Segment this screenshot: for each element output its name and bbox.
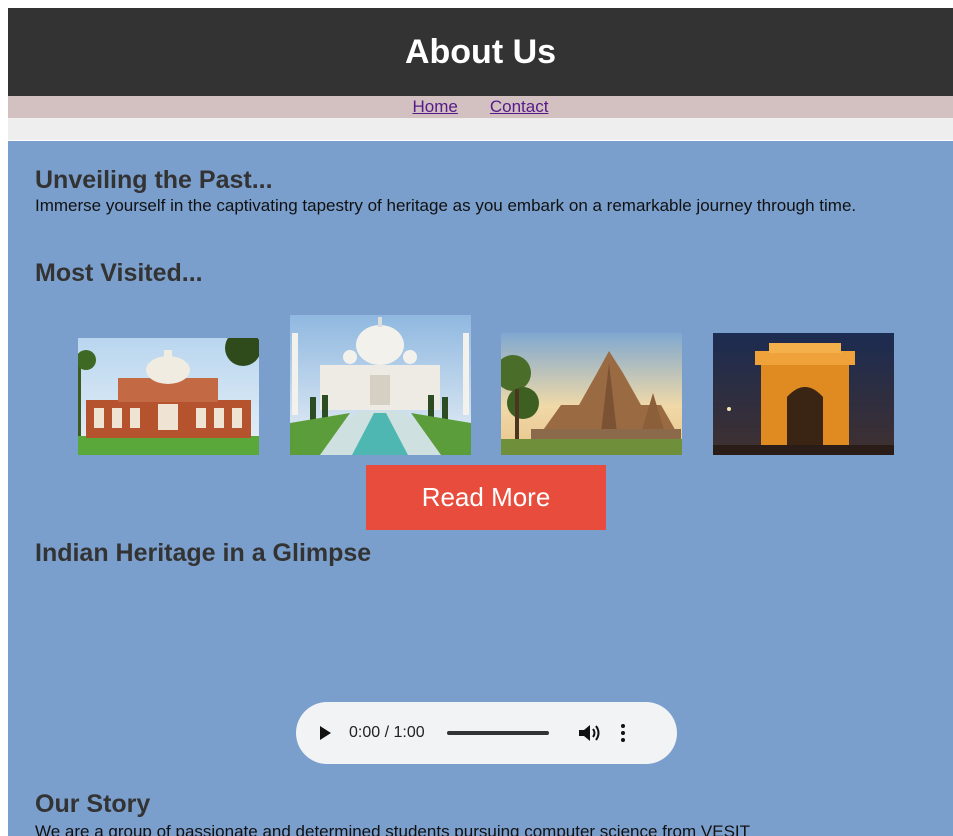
our-story-heading: Our Story	[35, 790, 151, 818]
image-gallery	[8, 315, 953, 455]
most-visited-heading: Most Visited...	[35, 259, 203, 287]
audio-progress-slider[interactable]	[446, 731, 549, 735]
unveiling-heading: Unveiling the Past...	[35, 166, 273, 194]
nav-home-link[interactable]: Home	[413, 97, 458, 117]
india-gate-image	[713, 333, 894, 455]
nav-contact-link[interactable]: Contact	[490, 97, 549, 117]
unveiling-text: Immerse yourself in the captivating tape…	[35, 196, 857, 215]
play-icon[interactable]	[320, 726, 331, 740]
page: About Us Home Contact Unveiling the Past…	[8, 8, 953, 836]
khajuraho-temple-image	[501, 333, 682, 455]
nav-spacer	[8, 118, 953, 140]
volume-icon[interactable]	[578, 724, 601, 742]
humayun-tomb-image	[78, 338, 259, 455]
main-content: Unveiling the Past... Immerse yourself i…	[8, 141, 953, 836]
header: About Us	[8, 8, 953, 96]
more-options-icon[interactable]	[620, 724, 625, 742]
taj-mahal-image	[290, 315, 471, 455]
audio-player: 0:00 / 1:00	[296, 702, 677, 764]
our-story-text: We are a group of passionate and determi…	[35, 822, 751, 836]
top-nav: Home Contact	[8, 96, 953, 118]
read-more-button[interactable]: Read More	[366, 465, 606, 530]
page-title: About Us	[404, 32, 557, 71]
audio-time: 0:00 / 1:00	[349, 724, 425, 741]
glimpse-heading: Indian Heritage in a Glimpse	[35, 539, 372, 567]
